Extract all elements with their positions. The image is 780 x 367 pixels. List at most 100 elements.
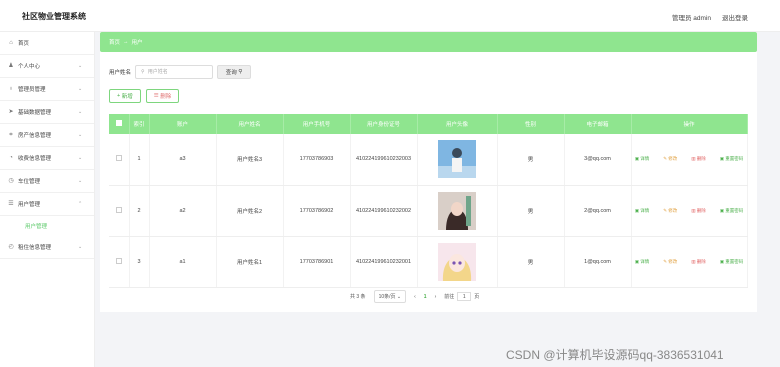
cell-id-card: 410224199610232001 bbox=[350, 236, 418, 288]
edit-button[interactable]: ✎ 修改 bbox=[663, 208, 677, 214]
total-count: 共 3 条 bbox=[350, 294, 366, 300]
column-header: 性别 bbox=[497, 114, 565, 134]
cell-email: 1@qq.com bbox=[564, 236, 632, 288]
row-select-cell[interactable] bbox=[109, 185, 130, 237]
delete-button-label: 删除 bbox=[160, 94, 172, 100]
sidebar-item-basic-data[interactable]: ➤ 基础数据管理 ⌄ bbox=[0, 101, 94, 124]
cell-avatar bbox=[417, 236, 498, 288]
cell-account: a3 bbox=[149, 134, 217, 186]
cell-phone: 17703786903 bbox=[283, 134, 351, 186]
column-header: 用户手机号 bbox=[283, 114, 351, 134]
trash-icon: ☰ bbox=[153, 93, 159, 99]
goto-page-input[interactable]: 1 bbox=[457, 292, 472, 301]
sidebar-item-label: 首页 bbox=[18, 41, 30, 47]
search-placeholder: 用户姓名 bbox=[147, 69, 168, 75]
reset-label: 重置密码 bbox=[725, 156, 744, 162]
cell-id-card: 410224199610232002 bbox=[350, 185, 418, 237]
select-all-checkbox[interactable] bbox=[115, 120, 122, 126]
history-icon: ◴ bbox=[8, 244, 14, 250]
detail-button[interactable]: ▣ 详情 bbox=[635, 156, 650, 162]
delete-button[interactable]: ▥ 删除 bbox=[691, 208, 706, 214]
row-select-cell[interactable] bbox=[109, 236, 130, 288]
column-header: 用户姓名 bbox=[216, 114, 284, 134]
pagination: 共 3 条 10条/页 ⌄ ‹ 1 › 前往 1 页 bbox=[350, 290, 487, 303]
sidebar-item-home[interactable]: ⌂ 首页 bbox=[0, 32, 94, 55]
edit-label: 修改 bbox=[668, 207, 678, 213]
cell-phone: 17703786901 bbox=[283, 236, 351, 288]
chevron-up-icon: ⌃ bbox=[78, 201, 83, 207]
watermark: CSDN @计算机毕设源码qq-3836531041 bbox=[506, 348, 724, 362]
table-row: 1 a3 用户姓名3 17703786903 41022419961023200… bbox=[109, 134, 748, 186]
add-button[interactable]: + 新增 bbox=[109, 89, 141, 103]
search-button[interactable]: 查询 ⚲ bbox=[217, 64, 252, 79]
sidebar-item-label: 个人中心 bbox=[18, 64, 41, 70]
page-number-current[interactable]: 1 bbox=[424, 294, 427, 300]
cell-name: 用户姓名3 bbox=[216, 134, 284, 186]
breadcrumb-arrow-icon: → bbox=[123, 39, 129, 45]
edit-button[interactable]: ✎ 修改 bbox=[663, 259, 677, 265]
row-checkbox[interactable] bbox=[115, 155, 122, 162]
mic-icon: ♁ bbox=[8, 86, 14, 92]
delete-label: 删除 bbox=[696, 156, 706, 162]
reset-password-button[interactable]: ▣ 重置密码 bbox=[720, 208, 744, 214]
sidebar-item-label: 房产信息管理 bbox=[18, 133, 52, 139]
goto-page: 前往 1 页 bbox=[444, 292, 479, 301]
sidebar-item-users[interactable]: ☰ 用户管理 ⌃ bbox=[0, 193, 94, 216]
breadcrumb: 首页 → 用户 bbox=[100, 32, 757, 52]
delete-button[interactable]: ▥ 删除 bbox=[691, 156, 706, 162]
sidebar-item-label: 收费信息管理 bbox=[18, 156, 52, 162]
chevron-down-icon: ⌄ bbox=[78, 155, 83, 161]
top-bar: 社区物业管理系统 管理员 admin 退出登录 bbox=[0, 0, 780, 32]
cell-index: 3 bbox=[129, 236, 150, 288]
cell-gender: 男 bbox=[497, 134, 565, 186]
search-row: 用户姓名 ⚲ 用户姓名 查询 ⚲ bbox=[109, 64, 252, 79]
sidebar-item-parking[interactable]: ◷ 车位管理 ⌄ bbox=[0, 170, 94, 193]
reset-label: 重置密码 bbox=[725, 207, 744, 213]
column-header: 电子邮箱 bbox=[564, 114, 632, 134]
select-all-cell[interactable] bbox=[109, 114, 130, 134]
search-input[interactable]: ⚲ 用户姓名 bbox=[135, 64, 214, 79]
chevron-down-icon: ⌄ bbox=[78, 178, 83, 184]
column-header: 账户 bbox=[149, 114, 217, 134]
avatar bbox=[438, 191, 476, 230]
crop-icon: ⌗ bbox=[9, 132, 13, 138]
cell-gender: 男 bbox=[497, 236, 565, 288]
logout-link[interactable]: 退出登录 bbox=[722, 12, 748, 22]
sidebar-item-property[interactable]: ⌗ 房产信息管理 ⌄ bbox=[0, 124, 94, 147]
sidebar-item-admins[interactable]: ♁ 管理员管理 ⌄ bbox=[0, 78, 94, 101]
sidebar-item-rental[interactable]: ◴ 租住信息管理 ⌄ bbox=[0, 236, 94, 259]
detail-button[interactable]: ▣ 详情 bbox=[635, 208, 650, 214]
chevron-down-icon: ⌄ bbox=[78, 244, 83, 250]
detail-label: 详情 bbox=[640, 156, 650, 162]
sidebar: ⌂ 首页 ♟ 个人中心 ⌄ ♁ 管理员管理 ⌄ ➤ 基础数据管理 ⌄ ⌗ 房产信息管理 ⌄ ◔ 收费… bbox=[0, 32, 95, 367]
cell-email: 2@qq.com bbox=[564, 185, 632, 237]
cell-avatar bbox=[417, 134, 498, 186]
next-page-button[interactable]: › bbox=[435, 294, 437, 300]
sidebar-item-fees[interactable]: ◔ 收费信息管理 ⌄ bbox=[0, 147, 94, 170]
table-header: 索引 账户 用户姓名 用户手机号 用户身份证号 用户头像 性别 电子邮箱 操作 bbox=[109, 114, 748, 134]
cell-ops: ▣ 详情 ✎ 修改 ▥ 删除 ▣ 重置密码 bbox=[631, 134, 748, 186]
row-checkbox[interactable] bbox=[115, 257, 122, 264]
detail-button[interactable]: ▣ 详情 bbox=[635, 259, 650, 265]
page-size-select[interactable]: 10条/页 ⌄ bbox=[373, 290, 407, 303]
plus-icon: + bbox=[117, 93, 121, 99]
edit-button[interactable]: ✎ 修改 bbox=[663, 156, 677, 162]
column-header: 用户头像 bbox=[417, 114, 498, 134]
prev-page-button[interactable]: ‹ bbox=[414, 294, 416, 300]
sidebar-subitem-user-manage[interactable]: 用户管理 bbox=[0, 216, 94, 236]
detail-label: 详情 bbox=[640, 207, 650, 213]
batch-delete-button[interactable]: ☰ 删除 bbox=[145, 89, 180, 103]
row-checkbox[interactable] bbox=[115, 206, 122, 213]
row-select-cell[interactable] bbox=[109, 134, 130, 186]
reset-label: 重置密码 bbox=[725, 258, 744, 264]
column-header: 操作 bbox=[631, 114, 748, 134]
cell-id-card: 410224199610232003 bbox=[350, 134, 418, 186]
reset-password-button[interactable]: ▣ 重置密码 bbox=[720, 259, 744, 265]
search-button-label: 查询 bbox=[225, 69, 237, 76]
reset-password-button[interactable]: ▣ 重置密码 bbox=[720, 156, 744, 162]
main-panel: 首页 → 用户 用户姓名 ⚲ 用户姓名 查询 ⚲ + 新增 ☰ 删除 索引 账户… bbox=[100, 32, 757, 312]
sidebar-item-profile[interactable]: ♟ 个人中心 ⌄ bbox=[0, 55, 94, 78]
avatar bbox=[438, 140, 476, 179]
delete-button[interactable]: ▥ 删除 bbox=[691, 259, 706, 265]
breadcrumb-home[interactable]: 首页 bbox=[109, 38, 120, 46]
